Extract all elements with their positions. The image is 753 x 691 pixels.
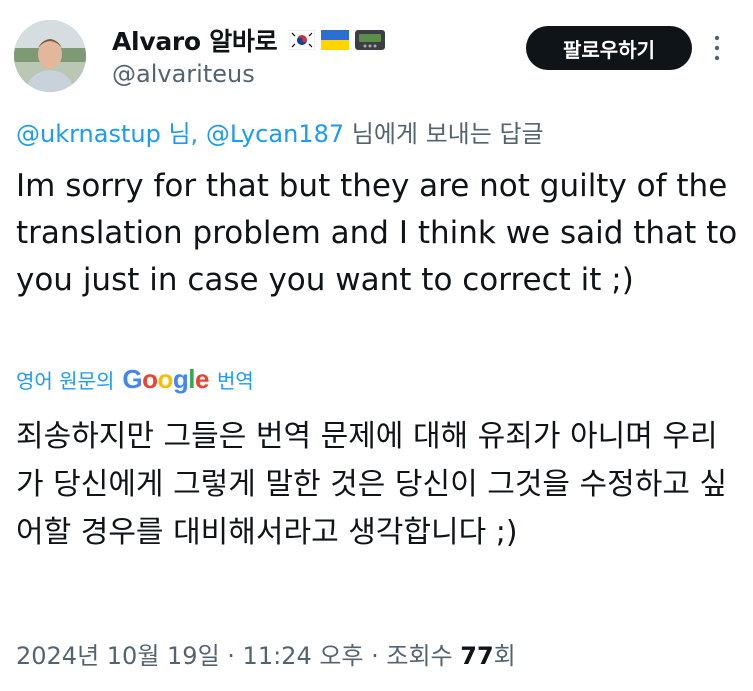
profile-badges (289, 30, 386, 50)
tweet-text: Im sorry for that but they are not guilt… (16, 168, 738, 298)
tweet-metadata: 2024년 10월 19일 · 11:24 오후 · 조회수 77회 (16, 636, 516, 671)
more-options-icon[interactable] (713, 34, 721, 62)
mention-link[interactable]: @Lycan187 (206, 120, 344, 148)
views-count: 77 (460, 642, 494, 670)
meta-separator: · (363, 642, 387, 670)
avatar[interactable] (14, 20, 86, 92)
meta-separator: · (219, 642, 243, 670)
translation-attribution[interactable]: 영어 원문의 Google 번역 (16, 364, 254, 395)
follow-button[interactable]: 팔로우하기 (526, 26, 692, 70)
ukraine-flag-icon (321, 30, 350, 50)
mention-link[interactable]: @ukrnastup (16, 120, 161, 148)
author-name-row: Alvaro 알바로 (112, 22, 386, 58)
author-handle[interactable]: @alvariteus (112, 60, 255, 88)
south-korea-flag-icon (289, 30, 316, 50)
views-label: 조회수 (386, 642, 461, 670)
translation-prefix: 영어 원문의 (16, 369, 115, 393)
reply-to-suffix: 님에게 보내는 답글 (344, 120, 544, 148)
tweet-time[interactable]: 11:24 오후 (243, 642, 364, 670)
tweet-header: Alvaro 알바로 @alvariteus 팔로우하기 (0, 0, 753, 105)
tweet-date[interactable]: 2024년 10월 19일 (16, 642, 220, 670)
avatar-image (14, 20, 86, 92)
translated-text: 죄송하지만 그들은 번역 문제에 대해 유죄가 아니며 우리가 당신에게 그렇게… (16, 419, 728, 550)
pager-icon (355, 30, 386, 50)
google-logo: Google (122, 364, 209, 394)
views-unit: 회 (493, 642, 516, 670)
reply-separator: 님, (160, 120, 206, 148)
display-name[interactable]: Alvaro 알바로 (112, 22, 278, 58)
translation-suffix: 번역 (216, 369, 254, 393)
replying-to: @ukrnastup 님, @Lycan187 님에게 보내는 답글 (16, 114, 544, 149)
